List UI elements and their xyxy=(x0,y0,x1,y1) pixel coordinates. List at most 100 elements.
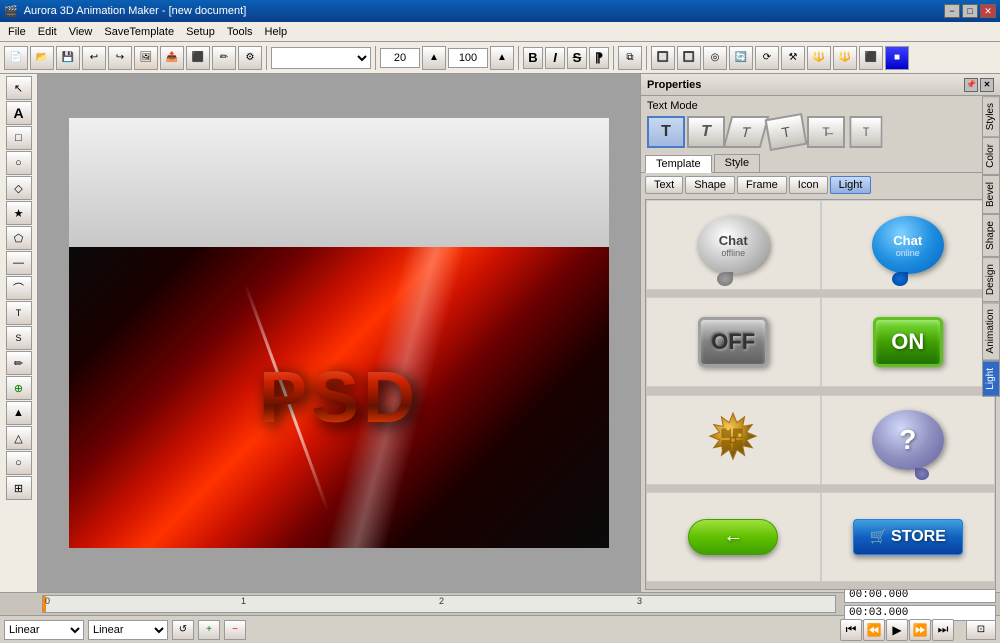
tool7[interactable]: ⟳ xyxy=(755,46,779,70)
keyframe-add-button[interactable]: + xyxy=(198,620,220,640)
menu-savetemplate[interactable]: SaveTemplate xyxy=(98,22,180,41)
grid-tool[interactable]: ⊞ xyxy=(6,476,32,500)
triangle2-tool[interactable]: △ xyxy=(6,426,32,450)
pen-tool[interactable]: ✏ xyxy=(6,351,32,375)
bold-button[interactable]: B xyxy=(523,47,543,69)
canvas[interactable]: PSD xyxy=(69,118,609,548)
maximize-button[interactable]: □ xyxy=(962,4,978,18)
icon-question[interactable]: ? xyxy=(821,395,996,485)
text-mode-icon-0[interactable]: T xyxy=(647,116,685,148)
icon-back-arrow[interactable]: ← xyxy=(646,492,821,582)
rect-tool[interactable]: □ xyxy=(6,126,32,150)
text-mode-icon-2[interactable]: T xyxy=(723,116,770,148)
text-mode-icon-3[interactable]: T xyxy=(765,113,808,151)
circle-tool[interactable]: ○ xyxy=(6,151,32,175)
text-mode-icon-5[interactable]: T xyxy=(850,116,883,148)
timeline-track[interactable]: 0 1 2 3 xyxy=(42,595,836,613)
ellipse-tool[interactable]: ○ xyxy=(6,451,32,475)
font-opacity-input[interactable]: 100 xyxy=(448,48,488,68)
play-next-button[interactable]: ⏩ xyxy=(909,619,931,641)
tool6[interactable]: 🔄 xyxy=(729,46,753,70)
right-tab-light[interactable]: Light xyxy=(982,361,1000,397)
menu-help[interactable]: Help xyxy=(259,22,294,41)
stop-button[interactable]: ⬛ xyxy=(186,46,210,70)
icon-store[interactable]: 🛒 STORE xyxy=(821,492,996,582)
open-button[interactable]: 📂 xyxy=(30,46,54,70)
star-tool[interactable]: ★ xyxy=(6,201,32,225)
poly-tool[interactable]: ⬠ xyxy=(6,226,32,250)
sub-tab-frame[interactable]: Frame xyxy=(737,176,787,194)
sub-tab-icon[interactable]: Icon xyxy=(789,176,828,194)
render-button[interactable]: 🖼 xyxy=(134,46,158,70)
skew-tool[interactable]: S xyxy=(6,326,32,350)
sub-tab-shape[interactable]: Shape xyxy=(685,176,735,194)
tool9[interactable]: 🔱 xyxy=(807,46,831,70)
italic-button[interactable]: I xyxy=(545,47,565,69)
save-button[interactable]: 💾 xyxy=(56,46,80,70)
play-prev-button[interactable]: ⏪ xyxy=(863,619,885,641)
font-size-input[interactable]: 20 xyxy=(380,48,420,68)
sub-tab-light[interactable]: Light xyxy=(830,176,872,194)
right-tab-bevel[interactable]: Bevel xyxy=(982,175,1000,214)
icon-on-button[interactable]: ON xyxy=(821,297,996,387)
properties-pin-button[interactable]: 📌 xyxy=(964,78,978,92)
right-tab-shape[interactable]: Shape xyxy=(982,214,1000,257)
line-tool[interactable]: — xyxy=(6,251,32,275)
tool12[interactable]: ■ xyxy=(885,46,909,70)
icon-chat-online[interactable]: Chat online xyxy=(821,200,996,290)
special-button[interactable]: ⁋ xyxy=(589,47,609,69)
tab-template[interactable]: Template xyxy=(645,155,712,173)
triangle-tool[interactable]: ▲ xyxy=(6,401,32,425)
type-tool[interactable]: T xyxy=(6,301,32,325)
text-mode-icon-1[interactable]: T xyxy=(687,116,725,148)
font-size-up[interactable]: ▲ xyxy=(422,46,446,70)
font-select[interactable] xyxy=(271,47,371,69)
preview-window-button[interactable]: ⊡ xyxy=(966,620,996,640)
minimize-button[interactable]: − xyxy=(944,4,960,18)
redo-button[interactable]: ↪ xyxy=(108,46,132,70)
interpolation-select[interactable]: Linear xyxy=(88,620,168,640)
tool11[interactable]: ⬛ xyxy=(859,46,883,70)
icon-off-button[interactable]: OFF xyxy=(646,297,821,387)
menu-view[interactable]: View xyxy=(63,22,99,41)
tab-style[interactable]: Style xyxy=(714,154,760,172)
diamond-tool[interactable]: ◇ xyxy=(6,176,32,200)
tool2-button[interactable]: ⚙ xyxy=(238,46,262,70)
menu-setup[interactable]: Setup xyxy=(180,22,221,41)
play-button[interactable]: ▶ xyxy=(886,619,908,641)
text-tool[interactable]: A xyxy=(6,101,32,125)
loop-button[interactable]: ↺ xyxy=(172,620,194,640)
ease-type-select[interactable]: Linear xyxy=(4,620,84,640)
add-tool[interactable]: ⊕ xyxy=(6,376,32,400)
undo-button[interactable]: ↩ xyxy=(82,46,106,70)
close-button[interactable]: ✕ xyxy=(980,4,996,18)
icon-chat-offline[interactable]: Chat offline xyxy=(646,200,821,290)
right-tab-animation[interactable]: Animation xyxy=(982,302,1000,360)
keyframe-del-button[interactable]: − xyxy=(224,620,246,640)
menu-edit[interactable]: Edit xyxy=(32,22,63,41)
pencil-button[interactable]: ✏ xyxy=(212,46,236,70)
text-mode-icon-4[interactable]: T̶ xyxy=(807,116,845,148)
strike-button[interactable]: S xyxy=(567,47,587,69)
new-button[interactable]: 📄 xyxy=(4,46,28,70)
properties-close-button[interactable]: ✕ xyxy=(980,78,994,92)
arc-tool[interactable]: ⌒ xyxy=(6,276,32,300)
right-tab-color[interactable]: Color xyxy=(982,137,1000,175)
tool8[interactable]: ⚒ xyxy=(781,46,805,70)
menu-file[interactable]: File xyxy=(2,22,32,41)
select-tool[interactable]: ↖ xyxy=(6,76,32,100)
play-end-button[interactable]: ⏭ xyxy=(932,619,954,641)
tool3[interactable]: 🔲 xyxy=(651,46,675,70)
menu-tools[interactable]: Tools xyxy=(221,22,259,41)
icon-puzzle[interactable] xyxy=(646,395,821,485)
right-tab-styles[interactable]: Styles xyxy=(982,96,1000,137)
layers-button[interactable]: ⧉ xyxy=(618,46,642,70)
sub-tab-text[interactable]: Text xyxy=(645,176,683,194)
play-start-button[interactable]: ⏮ xyxy=(840,619,862,641)
tool5[interactable]: ◎ xyxy=(703,46,727,70)
font-opacity-up[interactable]: ▲ xyxy=(490,46,514,70)
tool4[interactable]: 🔲 xyxy=(677,46,701,70)
tool10[interactable]: 🔱 xyxy=(833,46,857,70)
right-tab-design[interactable]: Design xyxy=(982,257,1000,302)
export-button[interactable]: 📤 xyxy=(160,46,184,70)
